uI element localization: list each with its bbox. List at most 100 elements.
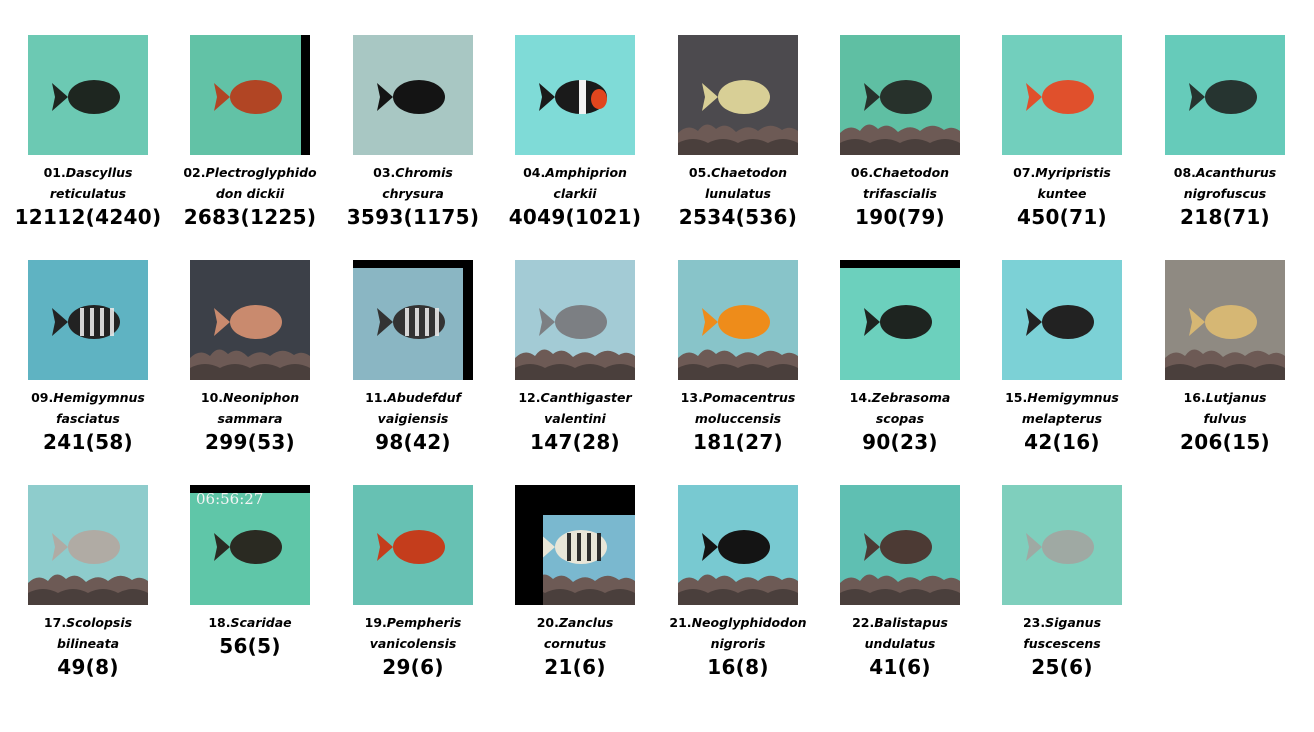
- species-epithet: trifascialis: [863, 186, 937, 201]
- species-number: 12.: [518, 390, 541, 405]
- species-number: 20.: [536, 615, 559, 630]
- image-count: 206(15): [1180, 430, 1270, 454]
- species-epithet: moluccensis: [694, 411, 782, 426]
- species-name-line2: trifascialis: [825, 183, 975, 204]
- species-number: 05.: [688, 165, 712, 180]
- species-genus: Scolopsis: [66, 615, 133, 630]
- species-epithet: undulatus: [864, 636, 936, 651]
- species-caption: 23.Siganus fuscescens 25(6): [987, 612, 1137, 680]
- species-name-line1: 01.Dascyllus: [13, 162, 163, 183]
- species-number: 04.: [523, 165, 546, 180]
- species-genus: Chaetodon: [873, 165, 950, 180]
- image-count: 147(28): [530, 430, 620, 454]
- species-epithet: fasciatus: [56, 411, 120, 426]
- species-epithet: vanicolensis: [369, 636, 457, 651]
- species-caption: 06.Chaetodon trifascialis 190(79): [825, 162, 975, 230]
- species-number: 02.: [183, 165, 206, 180]
- fish-photo: [678, 35, 798, 155]
- species-name-line2: lunulatus: [663, 183, 813, 204]
- species-number: 06.: [850, 165, 874, 180]
- species-genus: Lutjanus: [1205, 390, 1267, 405]
- species-genus: Scaridae: [230, 615, 292, 630]
- frame-border: [840, 260, 960, 268]
- image-count: 299(53): [205, 430, 295, 454]
- species-name-line1: 12.Canthigaster: [500, 387, 650, 408]
- species-name-line2: nigrofuscus: [1150, 183, 1300, 204]
- species-genus: Chromis: [395, 165, 453, 180]
- species-genus: Dascyllus: [65, 165, 133, 180]
- species-name-line2: vanicolensis: [338, 633, 488, 654]
- image-count: 21(6): [544, 655, 606, 679]
- species-name-line1: 08.Acanthurus: [1150, 162, 1300, 183]
- species-name-line2: cornutus: [500, 633, 650, 654]
- species-name-line2: reticulatus: [13, 183, 163, 204]
- fish-photo: [840, 260, 960, 380]
- fish-photo: [1002, 485, 1122, 605]
- species-name-line2: fuscescens: [987, 633, 1137, 654]
- species-number: 16.: [1183, 390, 1206, 405]
- species-caption: 13.Pomacentrus moluccensis 181(27): [663, 387, 813, 455]
- species-name-line1: 19.Pempheris: [338, 612, 488, 633]
- image-count: 49(8): [57, 655, 119, 679]
- fish-photo: [678, 485, 798, 605]
- species-epithet: valentini: [544, 411, 606, 426]
- species-name-line1: 11.Abudefduf: [338, 387, 488, 408]
- fish-photo: [1165, 260, 1285, 380]
- fish-photo: [515, 260, 635, 380]
- species-number: 11.: [365, 390, 388, 405]
- species-number: 23.: [1022, 615, 1046, 630]
- species-epithet: nigrofuscus: [1183, 186, 1267, 201]
- frame-border: [515, 485, 543, 605]
- species-genus: Pempheris: [386, 615, 462, 630]
- species-genus: Hemigymnus: [1027, 390, 1119, 405]
- species-name-line2: vaigiensis: [338, 408, 488, 429]
- species-genus: Neoglyphidodon: [691, 615, 807, 630]
- species-name-line1: 23.Siganus: [987, 612, 1137, 633]
- fish-photo: [353, 260, 473, 380]
- species-genus: Neoniphon: [223, 390, 300, 405]
- species-epithet: melapterus: [1021, 411, 1103, 426]
- species-genus: Canthigaster: [540, 390, 632, 405]
- fish-photo: [353, 485, 473, 605]
- species-name-line1: 14.Zebrasoma: [825, 387, 975, 408]
- image-count: 218(71): [1180, 205, 1270, 229]
- species-epithet: fulvus: [1203, 411, 1247, 426]
- species-number: 10.: [200, 390, 224, 405]
- species-genus: Siganus: [1045, 615, 1102, 630]
- image-count: 98(42): [375, 430, 451, 454]
- fish-photo: 06:56:27: [190, 485, 310, 605]
- species-genus: Zanclus: [558, 615, 614, 630]
- species-epithet: fuscescens: [1023, 636, 1101, 651]
- species-genus: Acanthurus: [1195, 165, 1277, 180]
- fish-photo: [840, 35, 960, 155]
- species-number: 13.: [680, 390, 703, 405]
- species-number: 09.: [31, 390, 54, 405]
- fish-photo: [678, 260, 798, 380]
- species-caption: 07.Myripristis kuntee 450(71): [987, 162, 1137, 230]
- species-name-line2: scopas: [825, 408, 975, 429]
- species-genus: Chaetodon: [711, 165, 788, 180]
- species-caption: 16.Lutjanus fulvus 206(15): [1150, 387, 1300, 455]
- species-caption: 08.Acanthurus nigrofuscus 218(71): [1150, 162, 1300, 230]
- image-count: 90(23): [862, 430, 938, 454]
- species-genus: Abudefduf: [387, 390, 461, 405]
- fish-photo: [1002, 260, 1122, 380]
- species-name-line1: 10.Neoniphon: [175, 387, 325, 408]
- species-name-line1: 06.Chaetodon: [825, 162, 975, 183]
- species-caption: 22.Balistapus undulatus 41(6): [825, 612, 975, 680]
- species-caption: 03.Chromis chrysura 3593(1175): [338, 162, 488, 230]
- species-name-line2: nigroris: [663, 633, 813, 654]
- species-name-line1: 03.Chromis: [338, 162, 488, 183]
- fish-photo: [28, 35, 148, 155]
- species-epithet: chrysura: [382, 186, 444, 201]
- species-number: 07.: [1013, 165, 1036, 180]
- species-name-line1: 02.Plectroglyphido: [175, 162, 325, 183]
- species-genus: Zebrasoma: [871, 390, 951, 405]
- species-caption: 12.Canthigaster valentini 147(28): [500, 387, 650, 455]
- species-caption: 10.Neoniphon sammara 299(53): [175, 387, 325, 455]
- species-name-line1: 13.Pomacentrus: [663, 387, 813, 408]
- species-name-line1: 16.Lutjanus: [1150, 387, 1300, 408]
- species-name-line2: sammara: [175, 408, 325, 429]
- species-name-line1: 07.Myripristis: [987, 162, 1137, 183]
- image-count: 25(6): [1031, 655, 1093, 679]
